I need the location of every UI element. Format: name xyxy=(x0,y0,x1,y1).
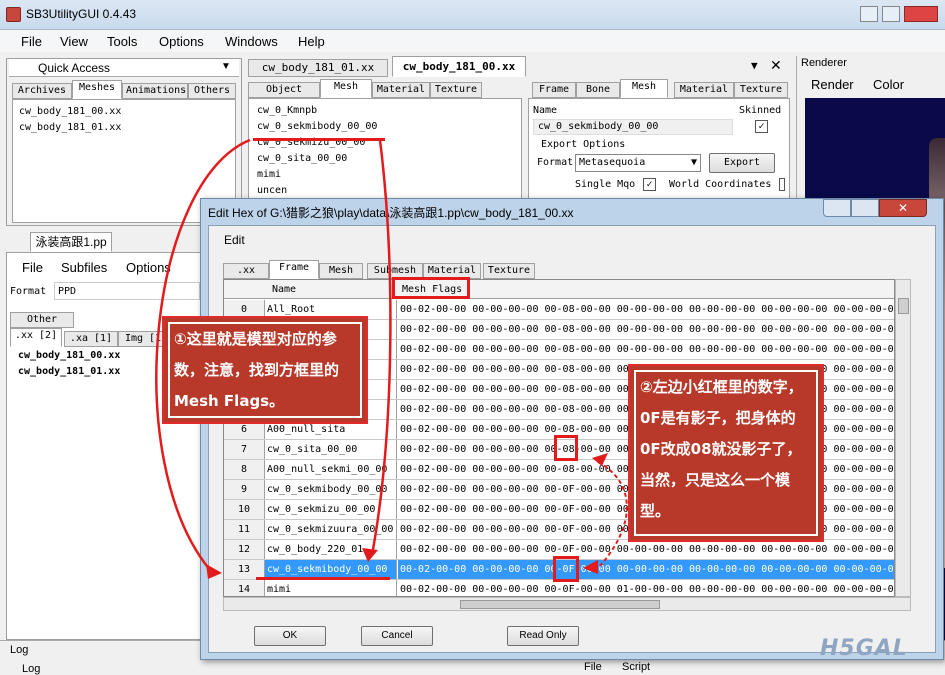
arrowhead-left xyxy=(206,564,222,579)
arrow-curve-right xyxy=(597,461,628,567)
annotation-note-right: ②左边小红框里的数字，0F是有影子，把身体的0F改成08就没影子了，当然，只是这… xyxy=(628,364,824,542)
arrowhead-right-a xyxy=(592,453,608,466)
annotation-arrows xyxy=(155,138,628,579)
arrowhead-middle xyxy=(362,548,378,562)
annotation-note-left: ①这里就是模型对应的参数，注意，找到方框里的Mesh Flags。 xyxy=(162,316,368,424)
note-right-text: ②左边小红框里的数字，0F是有影子，把身体的0F改成08就没影子了，当然，只是这… xyxy=(640,378,803,520)
note-left-text: ①这里就是模型对应的参数，注意，找到方框里的Mesh Flags。 xyxy=(174,330,340,410)
watermark: H5GAL xyxy=(820,636,908,661)
arrow-curve-middle xyxy=(370,139,392,556)
arrowhead-right-b xyxy=(583,560,598,574)
